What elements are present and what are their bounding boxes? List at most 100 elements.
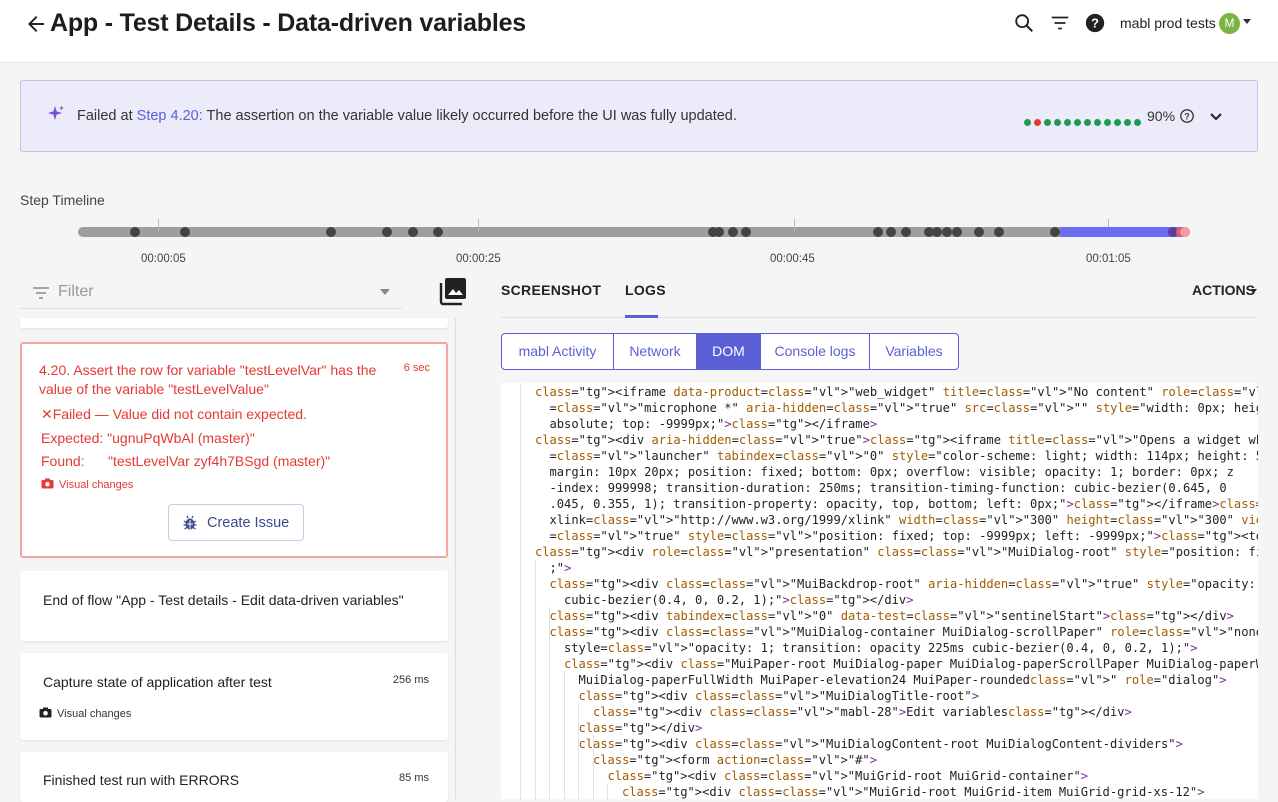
dom-code-text: class="tg"><div role=class="vl">"present…	[535, 545, 1258, 559]
dom-code-text: class="tg"><div class=class="vl">"MuiGri…	[622, 785, 1205, 799]
timeline-step-marker[interactable]	[741, 227, 751, 237]
dom-code-text: ;">	[549, 561, 572, 575]
timeline-step-marker[interactable]	[1180, 227, 1190, 237]
step-title: End of flow "App - Test details - Edit d…	[43, 592, 404, 608]
help-outline-icon[interactable]: ?	[1179, 108, 1195, 124]
dom-code-text: class="tg"><div class=class="vl">"MuiDia…	[578, 737, 1183, 751]
workspace-name[interactable]: mabl prod tests	[1120, 15, 1216, 31]
svg-text:?: ?	[1091, 16, 1099, 31]
timeline-tick	[794, 219, 795, 231]
workspace-caret-icon[interactable]	[1243, 19, 1251, 24]
dom-code-text: -index: 999998; transition-duration: 250…	[549, 481, 1227, 495]
visual-changes[interactable]: Visual changes	[41, 478, 133, 491]
visual-changes[interactable]: Visual changes	[39, 707, 131, 720]
log-tab-mabl-activity[interactable]: mabl Activity	[502, 334, 614, 369]
dom-code-line: xlink=class="vl">"http://www.w3.org/1999…	[550, 512, 1259, 528]
timeline-step-marker[interactable]	[994, 227, 1004, 237]
confidence-dot	[1084, 119, 1091, 126]
filter-dropdown-icon[interactable]	[380, 289, 390, 295]
dom-code-line: class="tg"><div aria-hidden=class="vl">"…	[535, 432, 1258, 448]
step-duration: 256 ms	[392, 674, 429, 686]
dom-code-text: .045, 0.355, 1); transition-property: op…	[549, 497, 1259, 511]
list-scrollbar[interactable]	[455, 318, 456, 799]
list-item-capture-state[interactable]: Capture state of application after test …	[20, 653, 448, 740]
timeline-step-marker[interactable]	[130, 227, 140, 237]
dom-code-line: .045, 0.355, 1); transition-property: op…	[550, 496, 1259, 512]
indent-guide	[607, 783, 608, 799]
confidence-dot	[1124, 119, 1131, 126]
dom-code-text: class="tg"><div tabindex=class="vl">"0" …	[549, 609, 1234, 623]
expected-label: Expected:	[41, 430, 104, 446]
timeline-step-marker[interactable]	[974, 227, 984, 237]
timeline-label: Step Timeline	[20, 192, 105, 208]
dom-code-line: class="tg"><div class="MuiPaper-root Mui…	[564, 656, 1258, 672]
timeline-step-marker[interactable]	[714, 227, 724, 237]
timeline-time-label: 00:00:05	[141, 253, 186, 265]
failed-step-card[interactable]: 4.20. Assert the row for variable "testL…	[20, 342, 448, 558]
failed-status: Failed	[52, 406, 91, 422]
dom-code-text: class="tg"><div class="MuiPaper-root Mui…	[564, 657, 1258, 671]
actions-caret-icon[interactable]	[1251, 289, 1257, 293]
camera-icon	[41, 478, 54, 489]
failed-step-title: 4.20. Assert the row for variable "testL…	[39, 362, 377, 397]
list-item-finished[interactable]: Finished test run with ERRORS 85 ms	[20, 752, 448, 802]
confidence-dot	[1054, 119, 1061, 126]
timeline-step-marker[interactable]	[932, 227, 942, 237]
timeline-step-marker[interactable]	[326, 227, 336, 237]
search-icon[interactable]	[1013, 12, 1035, 34]
tab-screenshot[interactable]: SCREENSHOT	[501, 282, 601, 298]
timeline-step-marker[interactable]	[408, 227, 418, 237]
tab-logs[interactable]: LOGS	[625, 282, 666, 298]
timeline-step-marker[interactable]	[382, 227, 392, 237]
log-type-tabs: mabl Activity Network DOM Console logs V…	[501, 333, 959, 370]
dom-code-text: =class="vl">"microphone *" aria-hidden=c…	[549, 401, 1259, 415]
banner-step-link[interactable]: Step 4.20:	[137, 108, 203, 124]
found-label: Found:	[41, 453, 85, 469]
log-tab-network[interactable]: Network	[614, 334, 697, 369]
confidence-dot	[1114, 119, 1121, 126]
step-duration: 85 ms	[399, 772, 429, 784]
timeline-step-marker[interactable]	[901, 227, 911, 237]
avatar[interactable]: M	[1219, 13, 1240, 34]
timeline-step-marker[interactable]	[886, 227, 896, 237]
chevron-down-icon[interactable]	[1207, 107, 1225, 125]
timeline-step-marker[interactable]	[873, 227, 883, 237]
timeline-step-marker[interactable]	[728, 227, 738, 237]
filter-icon[interactable]	[1049, 12, 1071, 34]
actions-menu-button[interactable]: ACTIONS	[1192, 282, 1255, 298]
indent-guide	[578, 703, 579, 799]
timeline-step-marker[interactable]	[952, 227, 962, 237]
step-filter[interactable]: Filter	[20, 275, 402, 309]
dom-code-text: style=class="vl">"opacity: 1; transition…	[564, 641, 1198, 655]
timeline-step-marker[interactable]	[942, 227, 952, 237]
banner-prefix: Failed at	[77, 108, 133, 124]
dom-code-text: class="tg"><div class=class="vl">"MuiDia…	[578, 689, 979, 703]
list-item-end-flow[interactable]: End of flow "App - Test details - Edit d…	[20, 571, 448, 641]
help-icon[interactable]: ?	[1084, 12, 1106, 34]
back-arrow-icon[interactable]	[24, 12, 48, 36]
dom-code-line: -index: 999998; transition-duration: 250…	[550, 480, 1227, 496]
timeline-step-marker[interactable]	[1050, 227, 1060, 237]
dom-code-line: class="tg"><iframe data-product=class="v…	[535, 384, 1258, 400]
timeline-tick	[158, 219, 159, 231]
create-issue-label: Create Issue	[207, 515, 290, 531]
log-tab-console-logs[interactable]: Console logs	[761, 334, 870, 369]
dom-code-text: xlink=class="vl">"http://www.w3.org/1999…	[549, 513, 1259, 527]
dom-code-line: margin: 10px 20px; position: fixed; bott…	[550, 464, 1234, 480]
log-tab-dom[interactable]: DOM	[697, 334, 761, 369]
dom-code-line: class="tg"><div role=class="vl">"present…	[535, 544, 1258, 560]
tab-active-indicator	[625, 315, 658, 318]
timeline-time-label: 00:00:25	[456, 253, 501, 265]
confidence-dot	[1024, 119, 1031, 126]
screenshot-gallery-icon[interactable]	[438, 276, 468, 306]
log-tab-variables[interactable]: Variables	[870, 334, 958, 369]
timeline-step-marker[interactable]	[180, 227, 190, 237]
page-title: App - Test Details - Data-driven variabl…	[50, 9, 526, 37]
timeline-step-marker[interactable]	[433, 227, 443, 237]
dom-code-view[interactable]: class="tg"><iframe data-product=class="v…	[501, 383, 1258, 799]
create-issue-button[interactable]: Create Issue	[168, 504, 304, 541]
step-timeline[interactable]	[78, 219, 1190, 237]
dom-code-text: class="tg"><div class=class="vl">"MuiGri…	[607, 769, 1089, 783]
indent-guide	[535, 559, 536, 799]
dom-code-line: =class="vl">"microphone *" aria-hidden=c…	[550, 400, 1259, 416]
